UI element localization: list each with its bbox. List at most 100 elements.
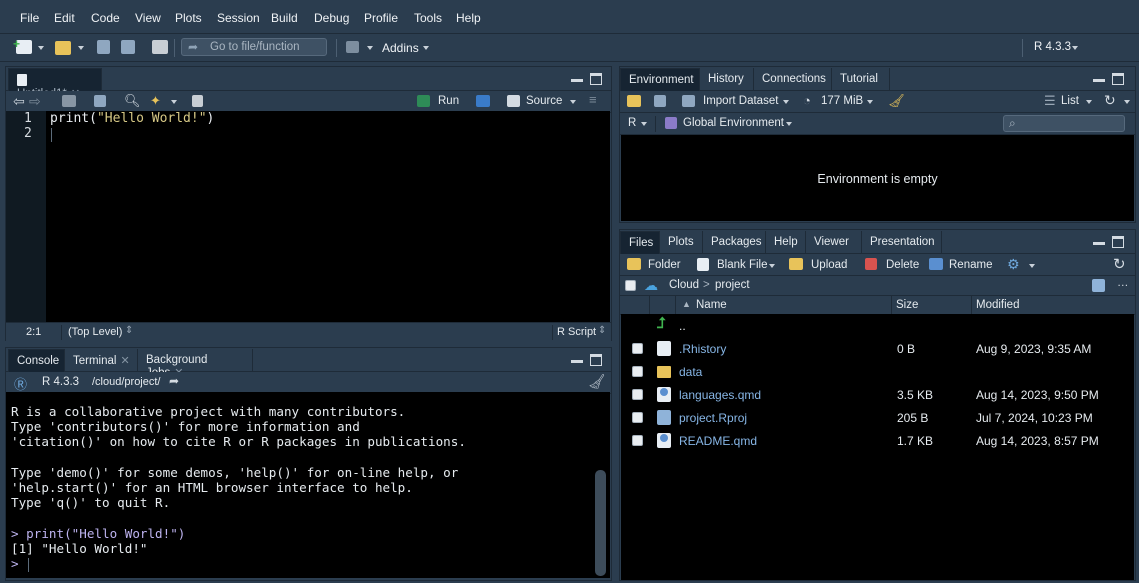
tab-background-jobs[interactable]: Background Jobs✕ bbox=[138, 349, 253, 379]
delete-button[interactable]: Delete bbox=[886, 259, 919, 271]
run-icon[interactable] bbox=[417, 95, 430, 107]
table-row-parent[interactable]: ⮥ .. bbox=[621, 314, 1134, 337]
tab-console[interactable]: Console bbox=[8, 349, 65, 372]
file-type-label[interactable]: R Script bbox=[557, 326, 596, 338]
addins-menu[interactable]: Addins bbox=[382, 41, 419, 55]
sort-ascending-icon[interactable]: ▲ bbox=[682, 299, 691, 309]
menu-code[interactable]: Code bbox=[91, 11, 120, 25]
new-folder-button[interactable]: Folder bbox=[648, 259, 681, 271]
tab-files[interactable]: Files bbox=[620, 231, 660, 254]
r-version-menu[interactable]: R 4.3.3 bbox=[1034, 41, 1071, 53]
console-scrollbar[interactable] bbox=[595, 470, 606, 576]
row-checkbox[interactable] bbox=[632, 435, 643, 446]
tab-tutorial[interactable]: Tutorial bbox=[832, 68, 890, 91]
file-name-link[interactable]: project.Rproj bbox=[679, 411, 747, 425]
tab-help[interactable]: Help bbox=[766, 231, 806, 254]
r-version-caret-icon[interactable] bbox=[1072, 46, 1078, 50]
select-all-checkbox[interactable] bbox=[625, 280, 636, 291]
maximize-pane-icon[interactable] bbox=[590, 354, 602, 366]
find-replace-icon[interactable]: 🔍︎ bbox=[124, 93, 141, 109]
save-file-icon[interactable] bbox=[94, 95, 106, 107]
tab-plots[interactable]: Plots bbox=[660, 231, 703, 254]
source-icon[interactable] bbox=[507, 95, 520, 107]
file-name-link[interactable]: .Rhistory bbox=[679, 342, 726, 356]
menu-profile[interactable]: Profile bbox=[364, 11, 398, 25]
clear-workspace-broom-icon[interactable]: 🧹︎ bbox=[888, 93, 905, 109]
menu-help[interactable]: Help bbox=[456, 11, 481, 25]
import-dataset-caret-icon[interactable] bbox=[783, 100, 789, 104]
save-all-icon[interactable] bbox=[121, 40, 135, 54]
source-button[interactable]: Source bbox=[526, 95, 562, 107]
code-tools-wand-icon[interactable]: ✦ bbox=[150, 93, 161, 109]
rename-icon[interactable] bbox=[929, 258, 943, 270]
row-checkbox[interactable] bbox=[632, 412, 643, 423]
tab-packages[interactable]: Packages bbox=[703, 231, 766, 254]
menu-tools[interactable]: Tools bbox=[414, 11, 442, 25]
scope-updown-icon[interactable]: ⇕ bbox=[125, 325, 133, 336]
import-dataset-icon[interactable] bbox=[682, 95, 695, 107]
show-in-window-icon[interactable] bbox=[62, 95, 76, 107]
open-folder-icon[interactable] bbox=[55, 41, 71, 55]
close-tab-icon[interactable]: ✕ bbox=[120, 355, 129, 367]
more-dots-icon[interactable]: … bbox=[1117, 277, 1129, 289]
minimize-pane-icon[interactable] bbox=[571, 354, 583, 363]
upload-button[interactable]: Upload bbox=[811, 259, 847, 271]
clear-console-broom-icon[interactable]: 🧹︎ bbox=[588, 373, 606, 390]
new-blank-file-button[interactable]: Blank File bbox=[717, 259, 768, 271]
tab-history[interactable]: History bbox=[700, 68, 754, 91]
code-editor[interactable]: print("Hello World!") bbox=[46, 111, 610, 322]
list-view-button[interactable]: List bbox=[1061, 95, 1079, 107]
rename-button[interactable]: Rename bbox=[949, 259, 992, 271]
menu-debug[interactable]: Debug bbox=[314, 11, 349, 25]
row-checkbox[interactable] bbox=[632, 343, 643, 354]
scope-label[interactable]: (Top Level) bbox=[68, 326, 122, 338]
new-file-caret-icon[interactable] bbox=[38, 46, 44, 50]
minimize-pane-icon[interactable] bbox=[1093, 236, 1105, 245]
forward-arrow-icon[interactable]: ⇨ bbox=[29, 93, 41, 110]
upload-icon[interactable] bbox=[789, 258, 803, 270]
run-button[interactable]: Run bbox=[438, 95, 459, 107]
menu-session[interactable]: Session bbox=[217, 11, 260, 25]
tab-terminal[interactable]: Terminal ✕ bbox=[65, 349, 138, 372]
new-folder-icon[interactable] bbox=[627, 258, 641, 270]
breadcrumb-cloud[interactable]: Cloud bbox=[669, 279, 699, 291]
list-view-caret-icon[interactable] bbox=[1086, 100, 1092, 104]
save-icon[interactable] bbox=[97, 40, 110, 54]
column-modified-header[interactable]: Modified bbox=[976, 299, 1019, 311]
file-type-updown-icon[interactable]: ⇕ bbox=[598, 325, 606, 336]
source-caret-icon[interactable] bbox=[570, 100, 576, 104]
go-to-dir-arrow-icon[interactable]: ➦ bbox=[169, 374, 179, 388]
refresh-caret-icon[interactable] bbox=[1124, 100, 1130, 104]
import-dataset-button[interactable]: Import Dataset bbox=[703, 95, 778, 107]
row-checkbox[interactable] bbox=[632, 366, 643, 377]
save-workspace-icon[interactable] bbox=[654, 95, 666, 107]
load-workspace-icon[interactable] bbox=[627, 95, 641, 107]
language-select[interactable]: R bbox=[628, 117, 636, 129]
maximize-pane-icon[interactable] bbox=[1112, 73, 1124, 85]
maximize-pane-icon[interactable] bbox=[1112, 236, 1124, 248]
code-tools-caret-icon[interactable] bbox=[171, 100, 177, 104]
tab-viewer[interactable]: Viewer bbox=[806, 231, 862, 254]
menu-plots[interactable]: Plots bbox=[175, 11, 202, 25]
more-caret-icon[interactable] bbox=[1029, 264, 1035, 268]
console-output[interactable]: R is a collaborative project with many c… bbox=[6, 392, 610, 578]
tab-untitled1[interactable]: Untitled1*✕ bbox=[8, 68, 102, 100]
new-file-icon[interactable]: + bbox=[13, 37, 32, 54]
menu-build[interactable]: Build bbox=[271, 11, 298, 25]
goto-file-function-input[interactable]: ➦ Go to file/function bbox=[181, 38, 327, 56]
column-size-header[interactable]: Size bbox=[896, 299, 918, 311]
menu-edit[interactable]: Edit bbox=[54, 11, 75, 25]
document-outline-icon[interactable]: ≡ bbox=[589, 92, 597, 107]
go-to-project-dir-icon[interactable] bbox=[1092, 279, 1105, 292]
new-blank-file-icon[interactable] bbox=[697, 258, 709, 271]
tab-presentation[interactable]: Presentation bbox=[862, 231, 942, 254]
memory-caret-icon[interactable] bbox=[867, 100, 873, 104]
maximize-pane-icon[interactable] bbox=[590, 73, 602, 85]
refresh-files-icon[interactable]: ↻ bbox=[1113, 255, 1126, 273]
minimize-pane-icon[interactable] bbox=[1093, 73, 1105, 82]
pane-layout-caret-icon[interactable] bbox=[367, 46, 373, 50]
menu-file[interactable]: File bbox=[20, 11, 39, 25]
rerun-icon[interactable] bbox=[476, 95, 490, 107]
env-search-input[interactable]: ⌕ bbox=[1003, 115, 1125, 132]
row-checkbox[interactable] bbox=[632, 389, 643, 400]
